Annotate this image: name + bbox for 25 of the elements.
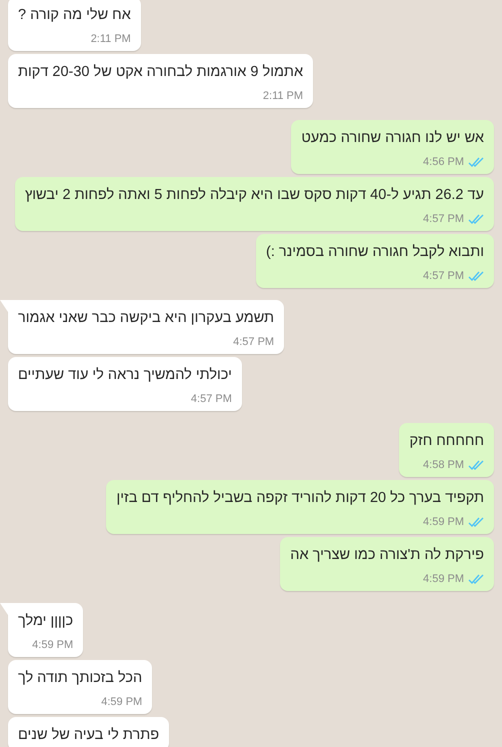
message-time: 4:57 PM <box>423 212 464 227</box>
message-text: כןןןן ימלך <box>18 612 74 631</box>
message-text: אח שלי מה קורה ? <box>18 6 131 25</box>
message-time: 4:58 PM <box>423 458 464 473</box>
message-time: 4:59 PM <box>423 514 464 530</box>
message-time: 2:11 PM <box>262 88 304 104</box>
message-time: 2:11 PM <box>90 32 131 47</box>
message-text: ותבוא לקבל חגורה שחורה בסמינר :) <box>266 243 484 262</box>
message-time: 4:59 PM <box>423 572 464 587</box>
message-text: אתמול 9 אורגמות לבחורה אקט של 20-30 דקות <box>18 63 304 82</box>
message-time: 4:59 PM <box>32 638 74 653</box>
message-text: אש יש לנו חגורה שחורה כמעט <box>301 129 484 148</box>
message-time: 4:56 PM <box>423 154 464 170</box>
message-text: הכל בזכותך תודה לך <box>18 669 142 688</box>
message-time: 4:57 PM <box>233 334 274 350</box>
message-time: 4:57 PM <box>423 268 464 284</box>
message-time: 4:59 PM <box>101 694 142 710</box>
message-text: תקפיד בערך כל 20 דקות להוריד זקפה בשביל להחליף דם בזין <box>116 489 484 508</box>
message-text: תשמע בעקרון היא ביקשה כבר שאני אגמור <box>18 309 274 328</box>
message-text: עד 26.2 תגיע ל-40 דקות סקס שבו היא קיבלה לפחות 5 ואתה לפחות 2 יבשוץ <box>24 186 484 205</box>
message-time: 4:57 PM <box>190 392 232 407</box>
message-text: חחחחח חזק <box>409 432 484 451</box>
message-text: יכולתי להמשיך נראה לי עוד שעתיים <box>18 366 232 385</box>
message-text: פירקת לה ת'צורה כמו שצריך אה <box>290 546 484 565</box>
message-text: פתרת לי בעיה של שנים <box>18 726 160 745</box>
